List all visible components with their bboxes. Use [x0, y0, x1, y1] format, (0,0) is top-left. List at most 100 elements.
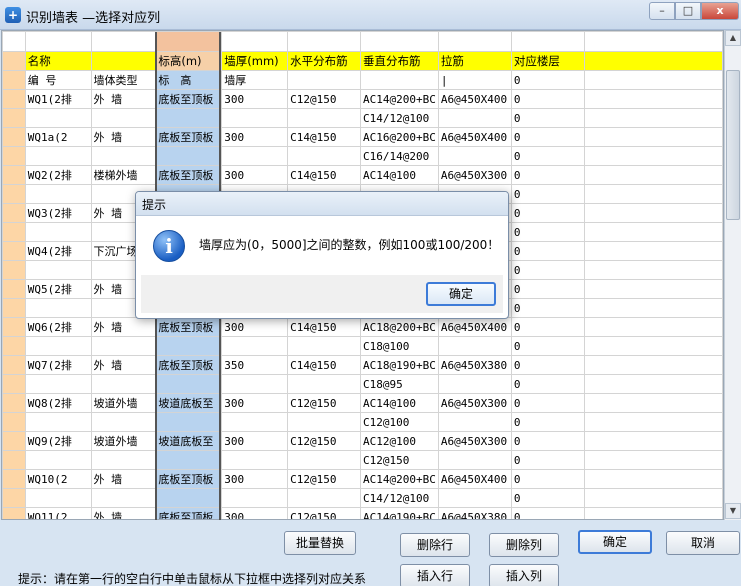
horizontal-rebar-cell[interactable] [287, 108, 362, 128]
row-header[interactable] [2, 260, 26, 280]
wall-type-cell[interactable] [90, 374, 157, 394]
tie-bar-cell[interactable] [437, 336, 512, 356]
tie-bar-cell[interactable]: A6@450X300 [437, 165, 512, 185]
delete-column-button[interactable]: 删除列 [489, 533, 559, 557]
floor-cell[interactable]: 0 [510, 488, 585, 508]
mapping-cell[interactable] [510, 31, 585, 52]
row-header[interactable] [2, 241, 26, 261]
row-header[interactable] [2, 279, 26, 299]
horizontal-rebar-cell[interactable] [287, 146, 362, 166]
empty-cell[interactable] [583, 203, 723, 223]
wall-type-cell[interactable]: 外 墙 [90, 507, 157, 519]
table-row[interactable]: WQ6(2排外 墙底板至顶板 300 C14@150 AC18@200+BC A6@45… [2, 317, 723, 337]
vertical-rebar-cell[interactable]: C14/12@100 [360, 108, 439, 128]
confirm-button[interactable]: 确定 [578, 530, 652, 554]
row-header[interactable] [2, 184, 26, 204]
empty-cell[interactable] [583, 507, 723, 519]
elevation-cell[interactable]: 底板至顶板 [155, 355, 223, 375]
horizontal-rebar-cell[interactable] [287, 412, 362, 432]
tie-bar-cell[interactable]: A6@450X300 [437, 393, 512, 413]
row-header[interactable] [2, 488, 26, 508]
mapping-cell[interactable] [287, 31, 362, 52]
wall-type-cell[interactable] [90, 146, 157, 166]
tie-bar-cell[interactable] [437, 374, 512, 394]
thickness-cell[interactable] [221, 108, 289, 128]
elevation-cell[interactable]: 底板至顶板 [155, 127, 223, 147]
table-row[interactable]: C18@100 0 [2, 336, 723, 356]
row-header[interactable] [2, 298, 26, 318]
header-blank[interactable] [583, 51, 723, 71]
wall-id-cell[interactable]: WQ1a(2 [24, 127, 92, 147]
row-header[interactable] [2, 203, 26, 223]
header-blank[interactable] [90, 51, 157, 71]
tie-bar-cell[interactable]: A6@450X380 [437, 355, 512, 375]
horizontal-rebar-cell[interactable] [287, 488, 362, 508]
batch-replace-button[interactable]: 批量替换 [284, 531, 356, 555]
mapping-cell[interactable] [437, 31, 512, 52]
empty-cell[interactable] [583, 393, 723, 413]
close-button[interactable]: x [701, 2, 739, 20]
wall-id-cell[interactable] [24, 374, 92, 394]
floor-cell[interactable]: 0 [510, 298, 585, 318]
table-row[interactable]: C14/12@100 0 [2, 108, 723, 128]
row-header[interactable] [2, 317, 26, 337]
floor-cell[interactable]: 0 [510, 70, 585, 90]
wall-id-cell[interactable]: WQ8(2排 [24, 393, 92, 413]
floor-cell[interactable]: 0 [510, 260, 585, 280]
wall-type-cell[interactable]: 外 墙 [90, 127, 157, 147]
mapping-cell[interactable] [24, 31, 92, 52]
empty-cell[interactable] [583, 336, 723, 356]
wall-id-cell[interactable] [24, 184, 92, 204]
header-floor[interactable]: 对应楼层 [510, 51, 585, 71]
elevation-cell[interactable]: 坡道底板至 [155, 431, 223, 451]
empty-cell[interactable] [583, 355, 723, 375]
row-header[interactable] [2, 165, 26, 185]
wall-id-cell[interactable]: 编 号 [24, 70, 92, 90]
wall-type-cell[interactable]: 坡道外墙 [90, 393, 157, 413]
elevation-cell[interactable]: 底板至顶板 [155, 89, 223, 109]
thickness-cell[interactable]: 墙厚 [221, 70, 289, 90]
floor-cell[interactable]: 0 [510, 241, 585, 261]
floor-cell[interactable]: 0 [510, 203, 585, 223]
wall-type-cell[interactable] [90, 108, 157, 128]
horizontal-rebar-cell[interactable]: C14@150 [287, 165, 362, 185]
wall-type-cell[interactable] [90, 336, 157, 356]
floor-cell[interactable]: 0 [510, 127, 585, 147]
row-header[interactable] [2, 355, 26, 375]
table-row[interactable]: C12@100 0 [2, 412, 723, 432]
vertical-rebar-cell[interactable]: C14/12@100 [360, 488, 439, 508]
wall-id-cell[interactable]: WQ1(2排 [24, 89, 92, 109]
insert-row-button[interactable]: 插入行 [400, 564, 470, 586]
insert-column-button[interactable]: 插入列 [489, 564, 559, 586]
vertical-rebar-cell[interactable]: AC14@190+BC [360, 507, 439, 519]
row-header[interactable] [2, 450, 26, 470]
elevation-cell[interactable]: 底板至顶板 [155, 317, 223, 337]
elevation-cell[interactable]: 标 高 [155, 70, 223, 90]
thickness-cell[interactable]: 300 [221, 469, 289, 489]
empty-cell[interactable] [583, 165, 723, 185]
table-row[interactable]: C12@150 0 [2, 450, 723, 470]
empty-cell[interactable] [583, 184, 723, 204]
table-row[interactable]: C18@95 0 [2, 374, 723, 394]
vertical-rebar-cell[interactable]: AC14@100 [360, 165, 439, 185]
empty-cell[interactable] [583, 70, 723, 90]
vertical-rebar-cell[interactable]: AC18@200+BC [360, 317, 439, 337]
row-header[interactable] [2, 393, 26, 413]
vertical-rebar-cell[interactable]: C12@100 [360, 412, 439, 432]
floor-cell[interactable]: 0 [510, 89, 585, 109]
mapping-cell[interactable] [155, 31, 223, 52]
wall-type-cell[interactable]: 楼梯外墙 [90, 165, 157, 185]
empty-cell[interactable] [583, 127, 723, 147]
wall-id-cell[interactable] [24, 108, 92, 128]
horizontal-rebar-cell[interactable]: C14@150 [287, 317, 362, 337]
wall-type-cell[interactable] [90, 412, 157, 432]
empty-cell[interactable] [583, 488, 723, 508]
minimize-button[interactable]: – [649, 2, 675, 20]
tie-bar-cell[interactable] [437, 412, 512, 432]
vertical-rebar-cell[interactable]: AC12@100 [360, 431, 439, 451]
elevation-cell[interactable] [155, 146, 223, 166]
wall-id-cell[interactable] [24, 336, 92, 356]
wall-type-cell[interactable]: 外 墙 [90, 317, 157, 337]
scrollbar-thumb[interactable] [726, 70, 740, 220]
vertical-rebar-cell[interactable]: C18@95 [360, 374, 439, 394]
